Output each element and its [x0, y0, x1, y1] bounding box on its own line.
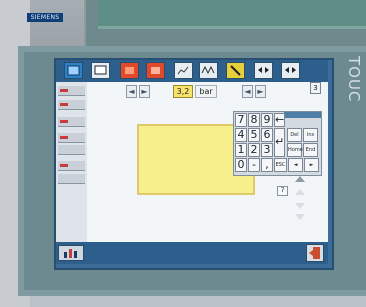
cursor-right-key[interactable]: ► — [304, 158, 319, 172]
panel-button[interactable] — [64, 62, 83, 79]
chart-button[interactable] — [174, 62, 193, 79]
key-2[interactable]: 2 — [248, 143, 260, 157]
end-key[interactable]: End — [303, 143, 318, 157]
enter-key[interactable]: ↵ — [274, 128, 285, 157]
small-value-box[interactable]: 7 — [277, 186, 288, 196]
alarm-ack-button[interactable] — [146, 62, 165, 79]
key-comma[interactable]: , — [261, 158, 273, 172]
trend-button[interactable] — [199, 62, 218, 79]
down-arrow-icon[interactable] — [295, 203, 305, 209]
esc-key[interactable]: ESC — [274, 158, 287, 172]
sidebar-item[interactable] — [58, 174, 85, 184]
sidebar-indicator — [60, 164, 68, 167]
decrement-button[interactable]: ◄ — [126, 85, 137, 98]
sidebar-indicator — [60, 136, 68, 139]
screen-overview-button[interactable] — [58, 245, 84, 261]
exit-button[interactable] — [306, 244, 324, 262]
trend-icon — [201, 65, 215, 75]
screen-icon — [94, 65, 107, 75]
arrow-right-icon: ► — [141, 87, 148, 96]
key-1[interactable]: 1 — [235, 143, 247, 157]
alarm-button[interactable] — [120, 62, 139, 79]
key-7[interactable]: 7 — [235, 113, 247, 127]
key-9[interactable]: 9 — [261, 113, 273, 127]
sidebar-indicator — [60, 103, 68, 106]
arrows-button-1[interactable] — [254, 62, 273, 79]
page-number: 3 — [310, 82, 321, 94]
increment-button[interactable]: ► — [139, 85, 150, 98]
bar-chart-icon — [64, 249, 77, 258]
arrow-left-icon: ◄ — [128, 87, 135, 96]
unit-label: bar — [195, 85, 217, 98]
cursor-left-key[interactable]: ◄ — [288, 158, 303, 172]
alarm-icon — [125, 67, 134, 74]
key-8[interactable]: 8 — [248, 113, 260, 127]
keypad-title-bar[interactable] — [284, 112, 321, 118]
chart-icon — [177, 66, 189, 75]
sidebar-item[interactable] — [58, 145, 85, 155]
bottom-toolbar — [56, 242, 328, 264]
ins-key[interactable]: Ins — [303, 128, 318, 142]
up-arrow-icon[interactable] — [295, 189, 305, 195]
arrow-right-icon: ► — [257, 87, 264, 96]
tool-button[interactable] — [226, 62, 245, 79]
key-5[interactable]: 5 — [248, 128, 260, 142]
sidebar-indicator — [60, 89, 68, 92]
increment-button-2[interactable]: ► — [255, 85, 266, 98]
device-model-label: TOUC — [345, 56, 363, 103]
arrows-button-2[interactable] — [281, 62, 300, 79]
background-monitor-screen — [98, 0, 366, 29]
key-3[interactable]: 3 — [261, 143, 273, 157]
alarm-ack-icon — [151, 67, 160, 74]
key-4[interactable]: 4 — [235, 128, 247, 142]
arrows-icon — [285, 67, 296, 73]
up-arrow-icon[interactable] — [295, 176, 305, 182]
brand-label: SIEMENS — [27, 13, 63, 22]
home-key[interactable]: Home — [287, 143, 303, 157]
key-6[interactable]: 6 — [261, 128, 273, 142]
key-0[interactable]: 0 — [235, 158, 247, 172]
sidebar-indicator — [60, 120, 68, 123]
exit-door-icon — [309, 247, 320, 259]
panel-icon — [67, 65, 80, 76]
del-key[interactable]: Del — [287, 128, 302, 142]
value-input[interactable]: 3,2 — [173, 85, 193, 98]
screen-button[interactable] — [91, 62, 110, 79]
arrow-left-icon: ◄ — [244, 87, 251, 96]
backspace-key[interactable]: ← — [274, 113, 285, 127]
arrows-icon — [258, 67, 269, 73]
down-arrow-icon[interactable] — [295, 214, 305, 220]
key-minus[interactable]: - — [248, 158, 260, 172]
decrement-button-2[interactable]: ◄ — [242, 85, 253, 98]
tool-icon — [230, 65, 241, 76]
